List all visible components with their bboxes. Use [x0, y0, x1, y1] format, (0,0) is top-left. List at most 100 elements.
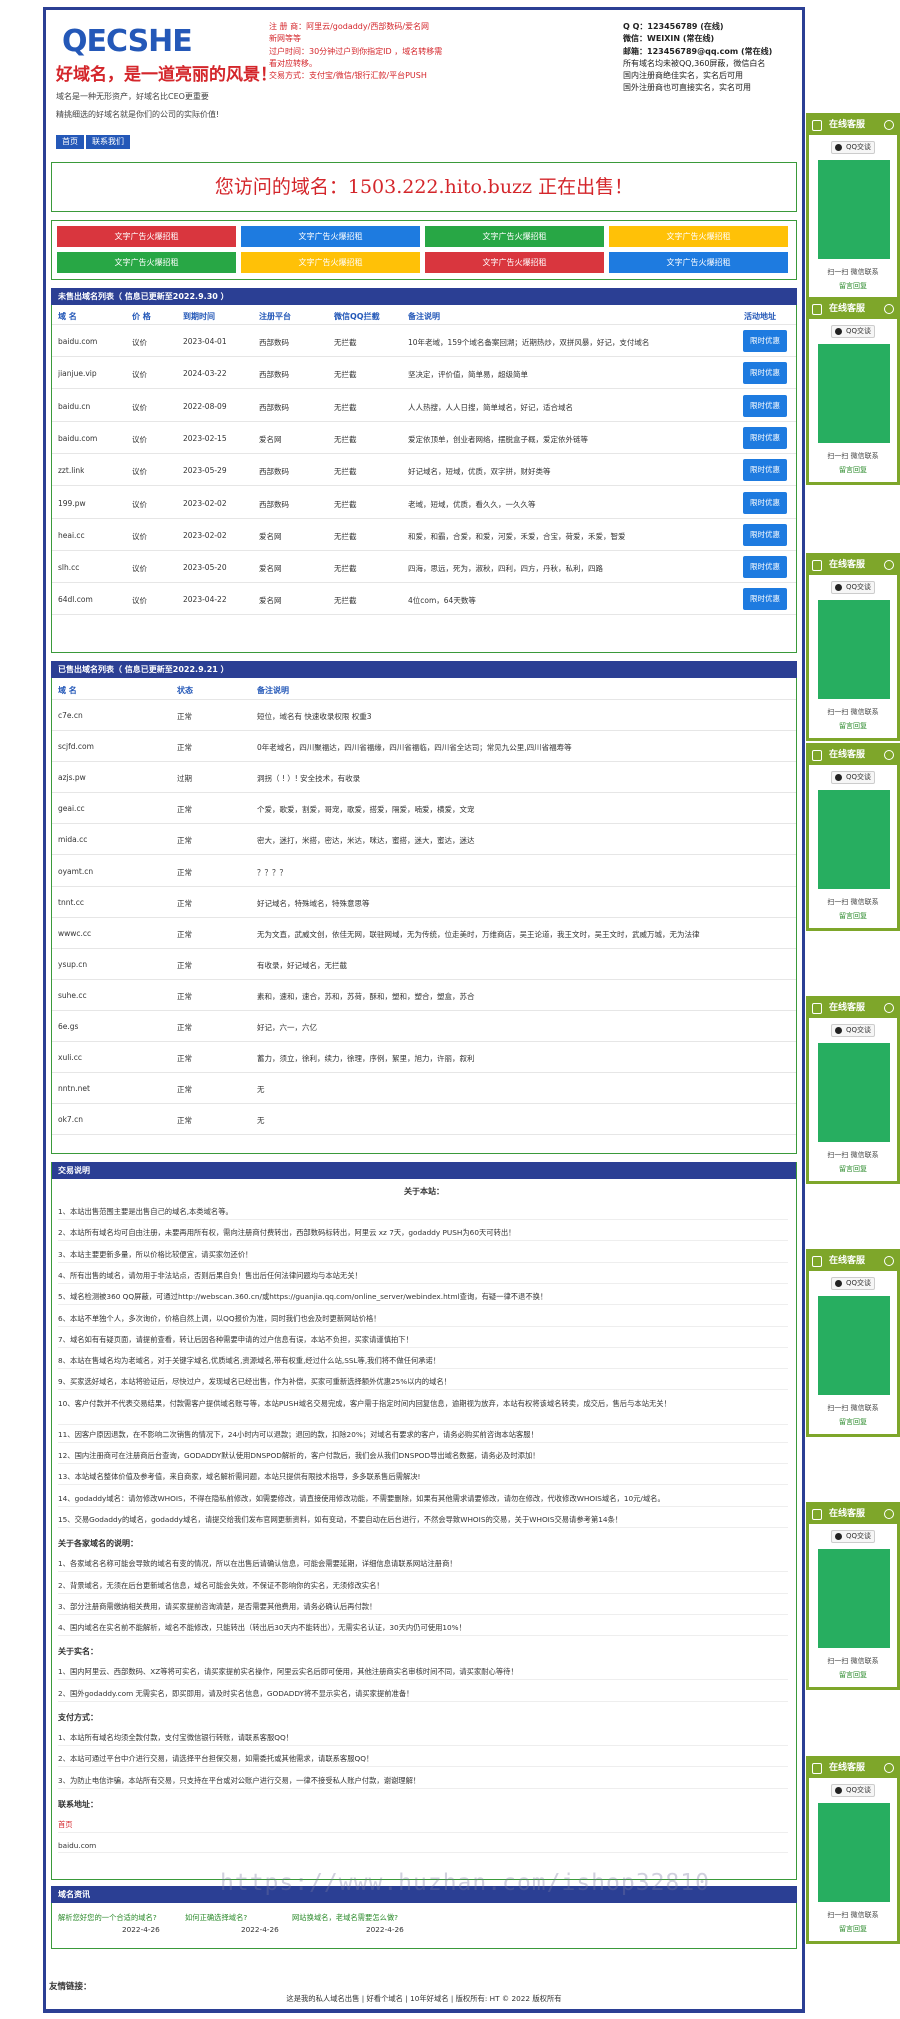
table-row: suhe.cc 正常 素和，速和，速合，苏和，苏荷，酥和，塑和，塑合，塑盒，苏合 [52, 980, 796, 1011]
ad-slot[interactable]: 文字广告火爆招租 [57, 252, 236, 273]
column-header: 活动地址 [744, 312, 776, 321]
close-icon[interactable] [884, 1003, 894, 1013]
unsold-table: 域 名 价 格 到期时间 注册平台 微信QQ拦截 备注说明 活动地址 baidu… [51, 305, 797, 653]
promo-button[interactable]: 限时优惠 [743, 330, 787, 352]
message-link[interactable]: 留言回复 [809, 1417, 897, 1427]
table-cell: 4位com，64天数等 [408, 596, 476, 606]
table-cell: 10年老域，159个域名备案回溯；近期热炒，双拼风暴，好记，支付域名 [408, 338, 650, 347]
contact-info: Q Q：123456789 (在线) 微信：WEIXIN (常在线) 邮箱：12… [623, 21, 798, 95]
table-cell: 坚决定，评价值，简单易，超级简单 [408, 370, 528, 380]
table-cell: 2024-03-22 [183, 369, 227, 379]
note-heading: 关于实名： [58, 1647, 98, 1657]
main-container: QECSHE 好域名，是一道亮丽的风景！ 域名是一种无形资产，好域名比CEO更重… [43, 7, 805, 2013]
qq-chat-button[interactable]: QQ交谈 [831, 1784, 875, 1797]
table-cell: 正常 [177, 867, 192, 877]
news-link[interactable]: 网站换域名，老域名需要怎么做? [292, 1913, 398, 1923]
service-widget: 在线客服 QQ交谈 扫一扫 微信联系 留言回复 [806, 996, 900, 1184]
table-cell: ？？？？ [257, 867, 287, 877]
table-row: tnnt.cc 正常 好记域名，特殊域名，特殊意思等 [52, 887, 796, 918]
domain-cell: 199.pw [58, 498, 86, 508]
table-cell: 2022-08-09 [183, 401, 227, 411]
message-link[interactable]: 留言回复 [809, 465, 897, 475]
ad-slot[interactable]: 文字广告火爆招租 [241, 226, 420, 247]
promo-button[interactable]: 限时优惠 [743, 394, 787, 417]
domain-cell: zzt.link [58, 466, 85, 476]
service-widget: 在线客服 QQ交谈 扫一扫 微信联系 留言回复 [806, 1249, 900, 1437]
promo-button[interactable]: 限时优惠 [743, 556, 787, 579]
close-icon[interactable] [884, 1256, 894, 1266]
close-icon[interactable] [884, 1763, 894, 1773]
qq-chat-button[interactable]: QQ交谈 [831, 1530, 875, 1543]
close-icon[interactable] [884, 304, 894, 314]
ad-slot[interactable]: 文字广告火爆招租 [609, 252, 788, 273]
service-header: 在线客服 [809, 556, 897, 575]
table-cell: 议价 [132, 499, 147, 509]
promo-button[interactable]: 限时优惠 [743, 491, 787, 514]
table-cell: 2023-02-02 [183, 498, 227, 508]
table-cell: 人人热搜，人人日搜，简单域名，好记，适合域名 [408, 402, 573, 412]
close-icon[interactable] [884, 560, 894, 570]
wechat-qr-code [818, 600, 890, 699]
qq-chat-button[interactable]: QQ交谈 [831, 1024, 875, 1037]
domain-cell: jianjue.vip [58, 369, 97, 379]
info-line: 注 册 商：阿里云/godaddy/西部数码/爱名网 [269, 22, 430, 31]
service-widget: 在线客服 QQ交谈 扫一扫 微信联系 留言回复 [806, 1756, 900, 1944]
qq-chat-button[interactable]: QQ交谈 [831, 1277, 875, 1290]
message-link[interactable]: 留言回复 [809, 1164, 897, 1174]
promo-button[interactable]: 限时优惠 [743, 588, 787, 611]
qq-chat-button[interactable]: QQ交谈 [831, 581, 875, 594]
domain-cell: 6e.gs [58, 1022, 79, 1031]
column-header: 域 名 [58, 686, 77, 695]
domain-cell: oyamt.cn [58, 866, 94, 876]
wechat-qr-code [818, 160, 890, 259]
message-link[interactable]: 留言回复 [809, 721, 897, 731]
table-cell: 爱名网 [259, 434, 282, 444]
chat-icon [812, 1509, 822, 1520]
table-cell: 议价 [132, 338, 147, 347]
close-icon[interactable] [884, 750, 894, 760]
qq-chat-button[interactable]: QQ交谈 [831, 771, 875, 784]
ad-slot[interactable]: 文字广告火爆招租 [609, 226, 788, 247]
promo-button[interactable]: 限时优惠 [743, 523, 787, 546]
site-logo[interactable]: QECSHE [62, 24, 193, 59]
table-cell: 无拦截 [334, 434, 357, 444]
table-cell: 2023-04-01 [183, 337, 227, 346]
table-cell: 密大，迷打，米搭，密达，米达，咪达，蜜搭，迷大，蜜达，迷达 [257, 836, 475, 846]
note-line: 5、域名检测被360 QQ屏蔽，可通过http://webscan.360.cn… [58, 1292, 788, 1306]
info-line: 国内注册商绝佳实名，实名后可用 [623, 71, 743, 81]
note-line: 13、本站域名整体价值及参考值，来自商家，域名解析需问题，本站只提供有限技术指导… [58, 1472, 788, 1486]
info-line: 所有域名均未被QQ,360屏蔽，微信白名 [623, 58, 766, 68]
promo-button[interactable]: 限时优惠 [743, 459, 787, 482]
nav-contact-button[interactable]: 联系我们 [86, 135, 130, 149]
close-icon[interactable] [884, 120, 894, 130]
nav-home-button[interactable]: 首页 [56, 135, 84, 149]
ad-slot[interactable]: 文字广告火爆招租 [425, 252, 604, 273]
domain-cell: 64dl.com [58, 595, 93, 605]
ad-slot[interactable]: 文字广告火爆招租 [425, 226, 604, 247]
domain-cell: nntn.net [58, 1084, 90, 1094]
ad-slot[interactable]: 文字广告火爆招租 [241, 252, 420, 273]
wechat-qr-code [818, 344, 890, 443]
header: QECSHE 好域名，是一道亮丽的风景！ 域名是一种无形资产，好域名比CEO更重… [46, 10, 802, 156]
table-cell: 无 [257, 1116, 265, 1126]
table-row: oyamt.cn 正常 ？？？？ [52, 856, 796, 887]
table-cell: 正常 [177, 1054, 192, 1064]
contact-link[interactable]: 首页 [58, 1820, 788, 1833]
chat-icon [812, 750, 822, 761]
message-link[interactable]: 留言回复 [809, 281, 897, 291]
message-link[interactable]: 留言回复 [809, 911, 897, 921]
table-cell: 无拦截 [334, 531, 357, 541]
promo-button[interactable]: 限时优惠 [743, 362, 787, 385]
promo-button[interactable]: 限时优惠 [743, 426, 787, 449]
domain-cell: tnnt.cc [58, 897, 85, 907]
message-link[interactable]: 留言回复 [809, 1670, 897, 1680]
qq-chat-button[interactable]: QQ交谈 [831, 325, 875, 338]
close-icon[interactable] [884, 1509, 894, 1519]
ad-slot[interactable]: 文字广告火爆招租 [57, 226, 236, 247]
message-link[interactable]: 留言回复 [809, 1924, 897, 1934]
news-link[interactable]: 如何正确选择域名? [185, 1913, 247, 1923]
note-line: 8、本站在售域名均为老域名，对于关键字域名,优质域名,资源域名,带有权重,经过什… [58, 1356, 788, 1370]
table-cell: 有收录，好记域名，无拦截 [257, 960, 347, 970]
news-link[interactable]: 解析您好您的一个合适的域名? [58, 1913, 157, 1923]
qq-chat-button[interactable]: QQ交谈 [831, 141, 875, 154]
